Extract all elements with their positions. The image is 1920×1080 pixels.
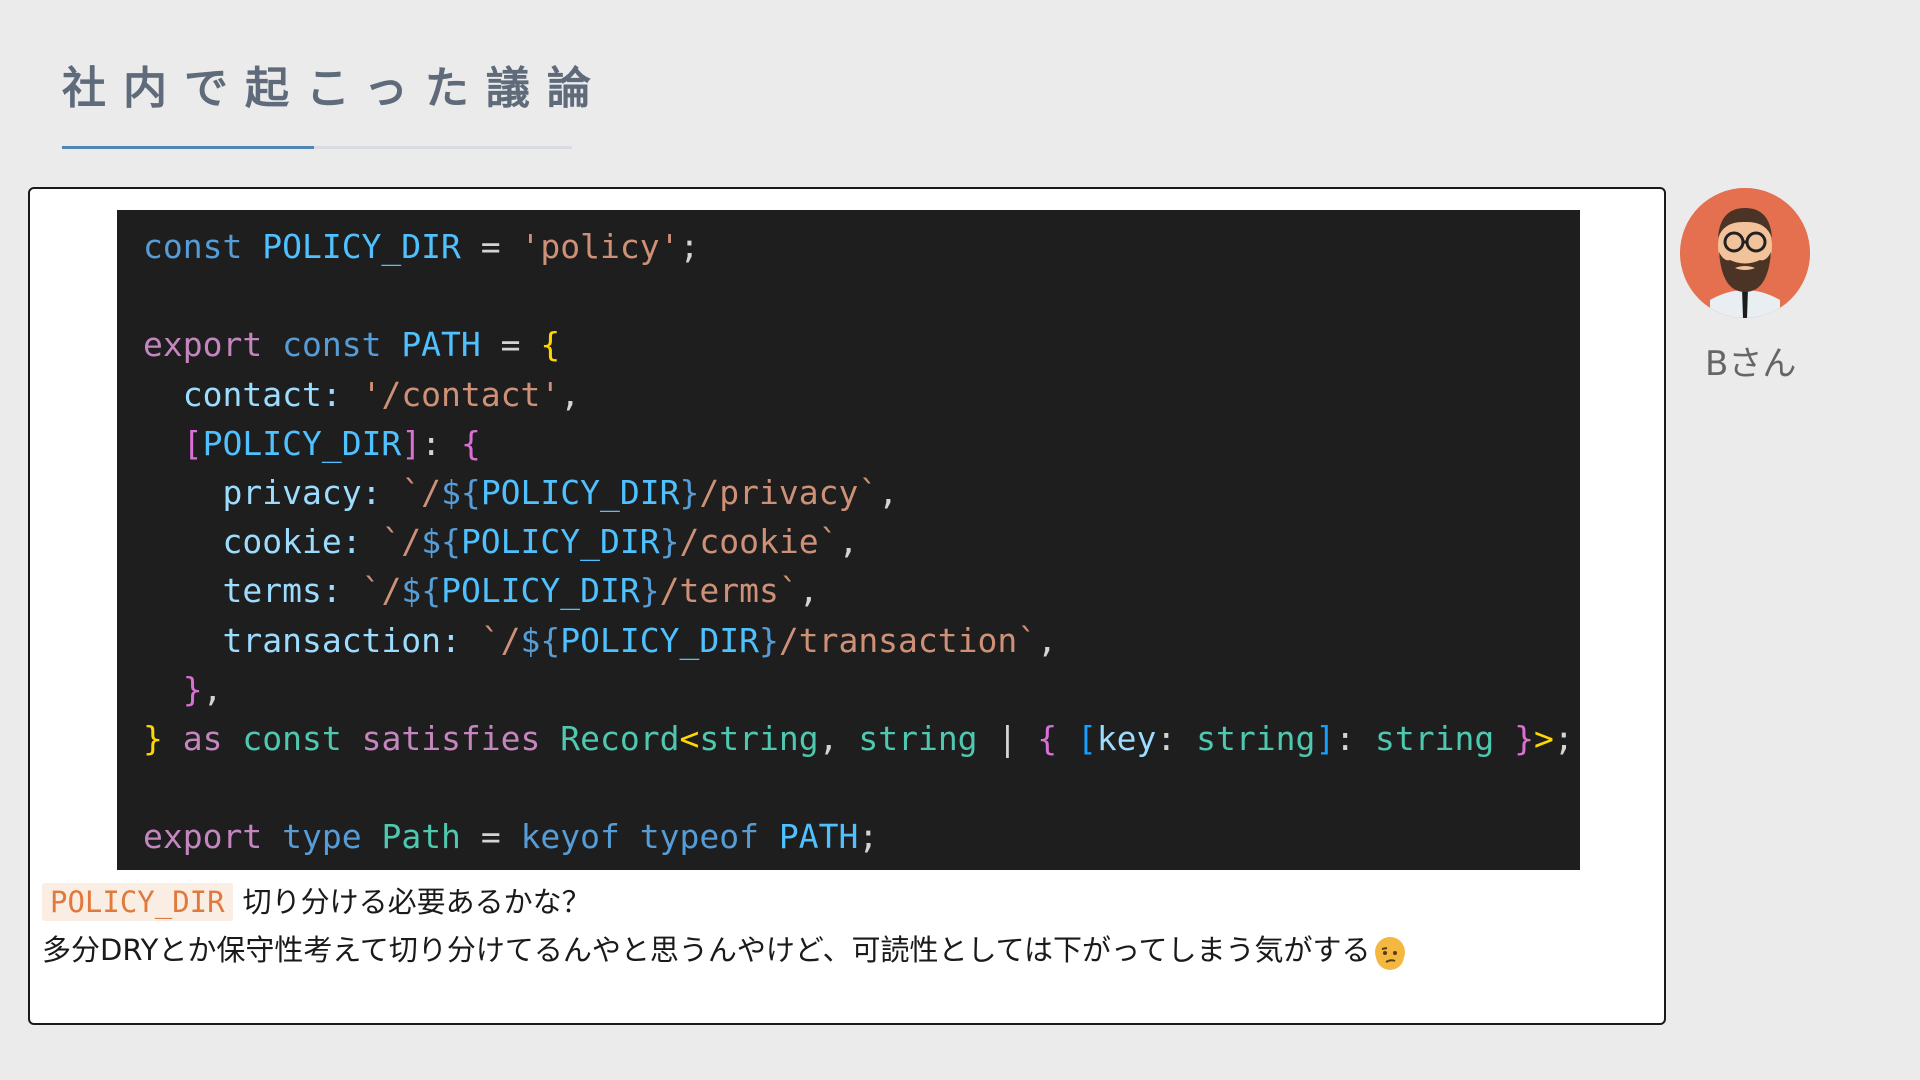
code-line-1: const POLICY_DIR = 'policy'; bbox=[143, 227, 700, 266]
speaker-name: Bさん bbox=[1705, 344, 1797, 384]
discussion-comment: 多分DRYとか保守性考えて切り分けてるんやと思うんやけど、可読性としては下がって… bbox=[42, 933, 1371, 967]
code-line-10: }, bbox=[182, 669, 223, 709]
code-line-8: terms: `/${POLICY_DIR}/terms`, bbox=[222, 571, 819, 611]
discussion-text: POLICY_DIR 切り分ける必要あるかな？ 多分DRYとか保守性考えて切り分け… bbox=[42, 878, 1405, 974]
code-line-11: } as const satisfies Record<string, stri… bbox=[143, 718, 1574, 758]
code-line-3: export const PATH = { bbox=[143, 325, 561, 365]
discussion-line-1: POLICY_DIR 切り分ける必要あるかな？ bbox=[42, 878, 1405, 926]
code-line-4: contact: '/contact', bbox=[182, 374, 581, 414]
code-line-13: export type Path = keyof typeof PATH; bbox=[143, 817, 879, 857]
code-block: const POLICY_DIR = 'policy'; export cons… bbox=[117, 210, 1580, 870]
slide-title: 社内で起こった議論 bbox=[62, 63, 608, 114]
discussion-line-2: 多分DRYとか保守性考えて切り分けてるんやと思うんやけど、可読性としては下がって… bbox=[42, 926, 1405, 974]
code-line-6: privacy: `/${POLICY_DIR}/privacy`, bbox=[222, 472, 899, 512]
discussion-question: 切り分ける必要あるかな？ bbox=[242, 885, 591, 919]
code-line-5: [POLICY_DIR]: { bbox=[182, 423, 481, 463]
bearded-man-icon bbox=[1680, 188, 1810, 318]
code-line-9: transaction: `/${POLICY_DIR}/transaction… bbox=[222, 620, 1057, 660]
thinking-face-icon bbox=[1374, 937, 1405, 970]
code-line-7: cookie: `/${POLICY_DIR}/cookie`, bbox=[222, 522, 859, 562]
title-underline-accent bbox=[62, 146, 314, 149]
avatar bbox=[1680, 188, 1810, 318]
inline-code: POLICY_DIR bbox=[42, 883, 233, 921]
